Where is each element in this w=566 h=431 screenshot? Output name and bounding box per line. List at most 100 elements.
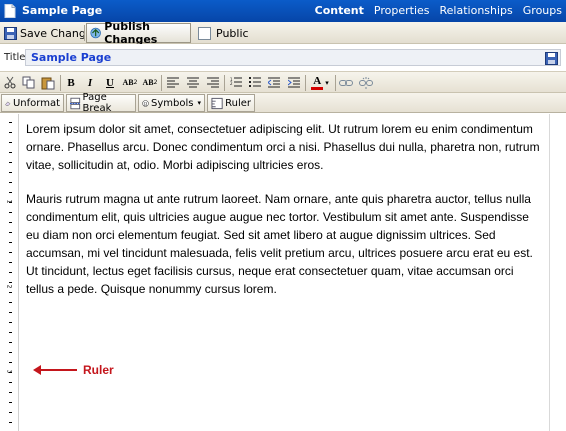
editor-scrollbar[interactable]: [549, 114, 566, 431]
toolbar-divider: [335, 75, 336, 91]
nav-relationships-link[interactable]: Relationships: [440, 4, 513, 17]
ruler-tick: [9, 282, 12, 283]
editor-area[interactable]: 1 2 3 Lorem ipsum dolor sit amet, consecte…: [0, 114, 566, 431]
page-break-button[interactable]: Page Break: [66, 92, 136, 114]
underline-button[interactable]: U: [102, 74, 118, 91]
subscript-button[interactable]: AB 2: [141, 74, 159, 91]
font-color-button[interactable]: A ▾: [308, 74, 332, 91]
ruler-tick: [9, 302, 12, 303]
chevron-down-icon: ▾: [197, 99, 201, 107]
ruler-tick: [9, 252, 12, 253]
ruler-icon: [211, 97, 223, 109]
title-field[interactable]: Sample Page: [25, 49, 561, 66]
bullet-list-icon[interactable]: [247, 74, 263, 91]
paragraph[interactable]: Mauris rutrum magna ut ante rutrum laore…: [26, 190, 540, 298]
ruler-tick: [9, 382, 12, 383]
ruler-tick: [9, 142, 12, 143]
ruler-number: 1: [5, 199, 13, 204]
outdent-icon[interactable]: [266, 74, 282, 91]
ruler-tick: [9, 132, 12, 133]
ruler-tick: [9, 292, 12, 293]
unformat-label: Unformat: [12, 97, 60, 109]
superscript-button[interactable]: AB 2: [121, 74, 139, 91]
unlink-icon[interactable]: [358, 74, 374, 91]
public-checkbox[interactable]: [198, 26, 211, 40]
ruler-tick: [9, 182, 12, 183]
floppy-disk-icon: [4, 26, 17, 40]
subscript-label: AB: [142, 78, 154, 87]
ruler-tick: [9, 392, 12, 393]
action-toolbar: Save Changes Publish Changes Public: [0, 20, 566, 46]
bold-button[interactable]: B: [63, 74, 79, 91]
ruler-tick: [9, 412, 12, 413]
title-field-value: Sample Page: [31, 51, 112, 64]
publish-changes-label: Publish Changes: [104, 20, 158, 46]
nav-content-link[interactable]: Content: [315, 4, 364, 17]
toolbar-divider: [60, 75, 61, 91]
ruler-tick: [9, 312, 12, 313]
unformat-button[interactable]: Unformat: [1, 94, 64, 112]
ruler-tick: [9, 162, 12, 163]
ruler-tick: [9, 332, 12, 333]
symbols-icon: Ω: [142, 99, 149, 107]
ruler-button[interactable]: Ruler: [207, 94, 255, 112]
ruler-number: 2: [5, 284, 13, 289]
window-titlebar: Sample Page Content Properties Relations…: [0, 0, 566, 22]
italic-button[interactable]: I: [82, 74, 98, 91]
publish-icon: [90, 27, 101, 39]
align-center-icon[interactable]: [185, 74, 201, 91]
save-title-icon[interactable]: [545, 52, 558, 65]
vertical-ruler[interactable]: 1 2 3: [0, 114, 19, 431]
ruler-annotation-label: Ruler: [83, 363, 114, 377]
font-color-glyph: A: [313, 74, 322, 87]
title-row: Title Sample Page: [0, 44, 566, 70]
toolbar-divider: [305, 75, 306, 91]
ruler-tick: [9, 262, 12, 263]
link-icon[interactable]: [338, 74, 354, 91]
cut-icon[interactable]: [2, 74, 18, 91]
ruler-tick: [9, 322, 12, 323]
align-left-icon[interactable]: [165, 74, 181, 91]
ruler-number: 3: [5, 369, 13, 374]
ruler-tick: [9, 122, 12, 123]
ruler-tick: [9, 172, 12, 173]
page-icon: [4, 4, 16, 18]
ruler-label: Ruler: [225, 97, 251, 109]
copy-icon[interactable]: [20, 74, 36, 91]
ruler-annotation: Ruler: [33, 363, 114, 377]
svg-text:Ω: Ω: [144, 102, 148, 107]
svg-text:2: 2: [230, 81, 233, 86]
nav-groups-link[interactable]: Groups: [523, 4, 562, 17]
paragraph[interactable]: Lorem ipsum dolor sit amet, consectetuer…: [26, 120, 540, 174]
title-field-label: Title: [4, 52, 26, 63]
public-checkbox-group[interactable]: Public: [195, 23, 252, 43]
ruler-tick: [9, 362, 12, 363]
insert-toolbar: Unformat Page Break Ω Symbols ▾ Ruler: [0, 92, 566, 114]
ruler-tick: [9, 402, 12, 403]
arrow-left-icon: [33, 365, 77, 375]
align-right-icon[interactable]: [205, 74, 221, 91]
numbered-list-icon[interactable]: 12: [228, 74, 244, 91]
symbols-dropdown[interactable]: Ω Symbols ▾: [138, 94, 205, 112]
page-title: Sample Page: [22, 4, 103, 17]
chevron-down-icon: ▾: [325, 78, 329, 87]
format-toolbar: B I U AB 2 AB 2 12 A ▾: [0, 71, 566, 93]
publish-changes-button[interactable]: Publish Changes: [86, 20, 191, 46]
indent-icon[interactable]: [286, 74, 302, 91]
paste-icon[interactable]: [40, 74, 56, 91]
nav-properties-link[interactable]: Properties: [374, 4, 430, 17]
editor-content[interactable]: Lorem ipsum dolor sit amet, consectetuer…: [26, 120, 540, 314]
page-break-icon: [70, 97, 81, 109]
top-nav: Content Properties Relationships Groups: [309, 4, 566, 17]
ruler-tick: [9, 192, 12, 193]
ruler-tick: [9, 212, 12, 213]
toolbar-divider: [161, 75, 162, 91]
font-color-swatch: [311, 86, 324, 90]
ruler-tick: [9, 222, 12, 223]
ruler-tick: [9, 272, 12, 273]
ruler-tick: [9, 242, 12, 243]
ruler-tick: [9, 352, 12, 353]
public-label: Public: [216, 26, 249, 40]
ruler-tick: [9, 422, 12, 423]
superscript-label: AB: [122, 78, 134, 87]
